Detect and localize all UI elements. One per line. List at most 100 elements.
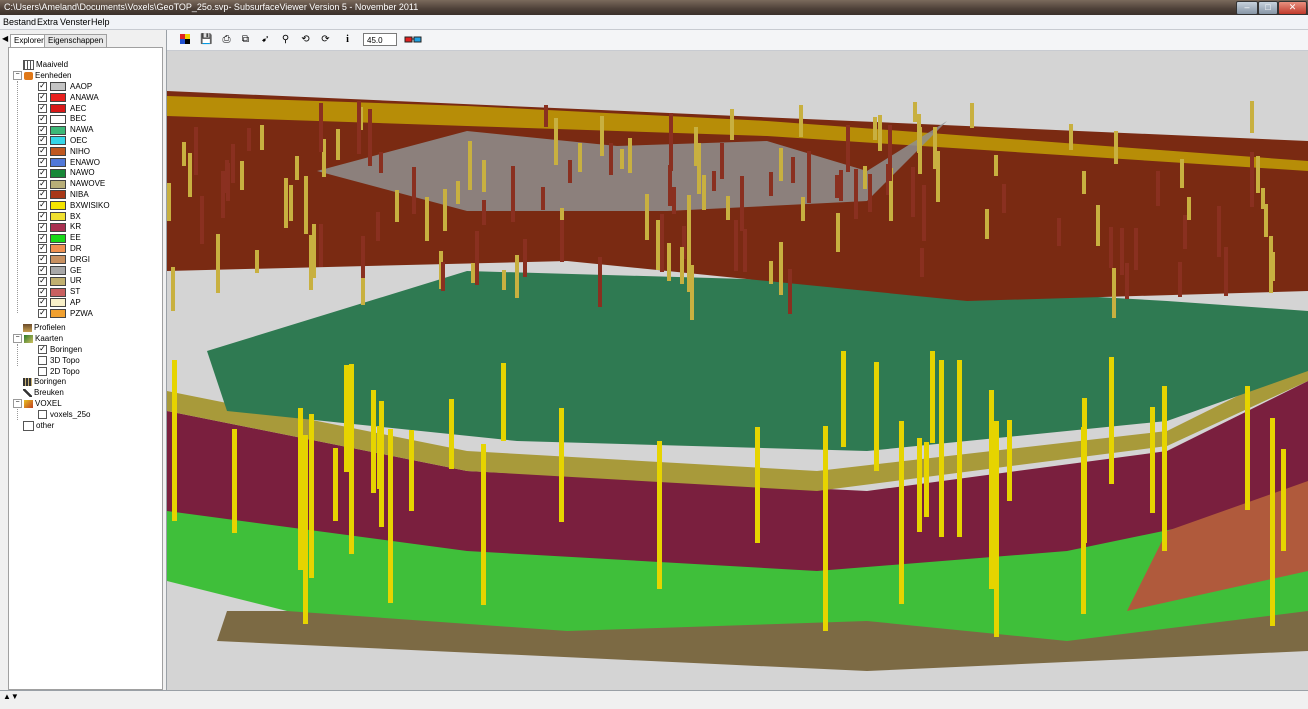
tree-item-maaiveld[interactable]: Maaiveld xyxy=(23,60,68,70)
pointer-tool-icon[interactable]: ➹ xyxy=(259,34,272,46)
tree-item-unit[interactable]: ✓ NIHO xyxy=(38,147,90,157)
tree-item-map-layer[interactable]: 2D Topo xyxy=(38,367,80,377)
unit-checkbox[interactable]: ✓ xyxy=(38,114,47,124)
close-button[interactable]: ✕ xyxy=(1278,1,1307,15)
units-folder-icon xyxy=(24,71,33,80)
panel-resize-icon[interactable]: ▲▼ xyxy=(3,692,19,701)
stereo-glasses-icon[interactable] xyxy=(403,34,423,46)
tree-item-unit[interactable]: ✓ ANAWA xyxy=(38,93,99,103)
menu-bestand[interactable]: Bestand xyxy=(3,17,36,27)
unit-checkbox[interactable]: ✓ xyxy=(38,211,47,221)
tree-item-voxel[interactable]: − VOXEL xyxy=(13,399,62,409)
unit-checkbox[interactable]: ✓ xyxy=(38,157,47,167)
tree-item-unit[interactable]: ✓ GE xyxy=(38,265,82,276)
tree-item-unit[interactable]: ✓ AP xyxy=(38,298,81,308)
tree-item-unit[interactable]: ✓ BXWISIKO xyxy=(38,201,110,211)
unit-checkbox[interactable]: ✓ xyxy=(38,136,47,146)
unit-checkbox[interactable]: ✓ xyxy=(38,179,47,189)
borehole xyxy=(687,195,691,251)
tree-item-eenheden[interactable]: − Eenheden xyxy=(13,71,71,81)
tree-item-unit[interactable]: ✓ NAWO xyxy=(38,168,95,178)
tree-item-unit[interactable]: ✓ KR xyxy=(38,222,81,232)
explorer-tree: Maaiveld − Eenheden ✓ AAOP ✓ ANAWA ✓ AEC ✓ BEC ✓ NAW… xyxy=(8,47,163,690)
map-checkbox[interactable] xyxy=(38,366,47,376)
tree-item-unit[interactable]: ✓ NAWA xyxy=(38,125,93,135)
tree-item-unit[interactable]: ✓ PZWA xyxy=(38,309,93,319)
unit-checkbox[interactable]: ✓ xyxy=(38,255,47,265)
angle-input[interactable]: 45.0 xyxy=(363,33,397,46)
rotate-right-icon[interactable]: ⟳ xyxy=(319,34,332,46)
borehole xyxy=(924,442,929,517)
color-legend-icon[interactable] xyxy=(179,34,192,46)
map-checkbox[interactable]: ✓ xyxy=(38,345,47,355)
unit-checkbox[interactable]: ✓ xyxy=(38,190,47,200)
tree-item-unit[interactable]: ✓ ENAWO xyxy=(38,157,100,168)
collapse-icon[interactable]: − xyxy=(13,334,22,344)
tree-item-breuken[interactable]: Breuken xyxy=(23,388,64,398)
borehole xyxy=(232,429,237,533)
save-icon[interactable]: 💾 xyxy=(200,34,213,46)
tree-item-boringen[interactable]: Boringen xyxy=(23,377,66,387)
voxel-checkbox[interactable] xyxy=(38,410,47,420)
unit-checkbox[interactable]: ✓ xyxy=(38,309,47,319)
tree-item-unit[interactable]: ✓ BEC xyxy=(38,114,86,124)
unit-checkbox[interactable]: ✓ xyxy=(38,287,47,297)
measure-tool-icon[interactable]: ⚲ xyxy=(279,34,292,46)
unit-checkbox[interactable]: ✓ xyxy=(38,103,47,113)
tree-item-voxels-25o[interactable]: voxels_25o xyxy=(38,410,90,420)
print-icon[interactable]: ⎙ xyxy=(220,34,233,46)
menu-help[interactable]: Help xyxy=(91,17,110,27)
menu-venster[interactable]: Venster xyxy=(60,17,91,27)
unit-checkbox[interactable]: ✓ xyxy=(38,244,47,254)
tree-item-unit[interactable]: ✓ UR xyxy=(38,276,82,286)
unit-checkbox[interactable]: ✓ xyxy=(38,147,47,157)
tree-item-unit[interactable]: ✓ ST xyxy=(38,287,80,297)
unit-checkbox[interactable]: ✓ xyxy=(38,233,47,243)
tree-item-other[interactable]: other xyxy=(23,421,54,431)
tree-item-unit[interactable]: ✓ AAOP xyxy=(38,82,92,92)
info-icon[interactable]: i xyxy=(341,34,354,46)
unit-checkbox[interactable]: ✓ xyxy=(38,168,47,178)
unit-color-swatch xyxy=(50,114,66,124)
collapse-icon[interactable]: − xyxy=(13,399,22,409)
map-checkbox[interactable] xyxy=(38,356,47,366)
minimize-button[interactable]: – xyxy=(1236,1,1258,15)
unit-checkbox[interactable]: ✓ xyxy=(38,276,47,286)
tree-item-unit[interactable]: ✓ DRGI xyxy=(38,255,90,265)
borehole xyxy=(412,167,416,214)
tree-item-map-layer[interactable]: ✓ Boringen xyxy=(38,345,82,355)
unit-checkbox[interactable]: ✓ xyxy=(38,201,47,211)
unit-checkbox[interactable]: ✓ xyxy=(38,298,47,308)
unit-checkbox[interactable]: ✓ xyxy=(38,222,47,232)
tree-item-unit[interactable]: ✓ DR xyxy=(38,244,82,254)
borehole xyxy=(1120,228,1124,275)
tree-item-kaarten[interactable]: − Kaarten xyxy=(13,334,63,344)
borehole xyxy=(1271,252,1275,281)
tree-item-unit[interactable]: ✓ OEC xyxy=(38,136,87,146)
3d-viewport[interactable] xyxy=(167,51,1308,690)
print-preview-icon[interactable]: ⧉ xyxy=(239,34,252,46)
borehole xyxy=(1224,247,1228,296)
tree-item-unit[interactable]: ✓ BX xyxy=(38,211,81,222)
collapse-panel-icon[interactable]: ◀ xyxy=(2,34,8,43)
tab-eigenschappen[interactable]: Eigenschappen xyxy=(44,34,108,47)
tree-item-unit[interactable]: ✓ EE xyxy=(38,233,81,243)
unit-checkbox[interactable]: ✓ xyxy=(38,82,47,92)
maximize-button[interactable]: □ xyxy=(1258,1,1278,15)
borehole xyxy=(669,113,673,171)
tree-item-map-layer[interactable]: 3D Topo xyxy=(38,356,80,366)
tree-item-unit[interactable]: ✓ NIBA xyxy=(38,190,89,200)
unit-checkbox[interactable]: ✓ xyxy=(38,125,47,135)
map-icon xyxy=(24,334,33,343)
tab-explorer[interactable]: Explorer xyxy=(10,34,48,48)
menu-extra[interactable]: Extra xyxy=(37,17,58,27)
collapse-icon[interactable]: − xyxy=(13,71,22,81)
unit-checkbox[interactable]: ✓ xyxy=(38,265,47,275)
rotate-left-icon[interactable]: ⟲ xyxy=(299,34,312,46)
tree-item-unit[interactable]: ✓ AEC xyxy=(38,103,86,114)
borehole xyxy=(868,174,872,212)
tree-item-unit[interactable]: ✓ NAWOVE xyxy=(38,179,105,189)
tree-item-profielen[interactable]: Profielen xyxy=(23,323,66,333)
unit-checkbox[interactable]: ✓ xyxy=(38,93,47,103)
borehole xyxy=(395,190,399,222)
